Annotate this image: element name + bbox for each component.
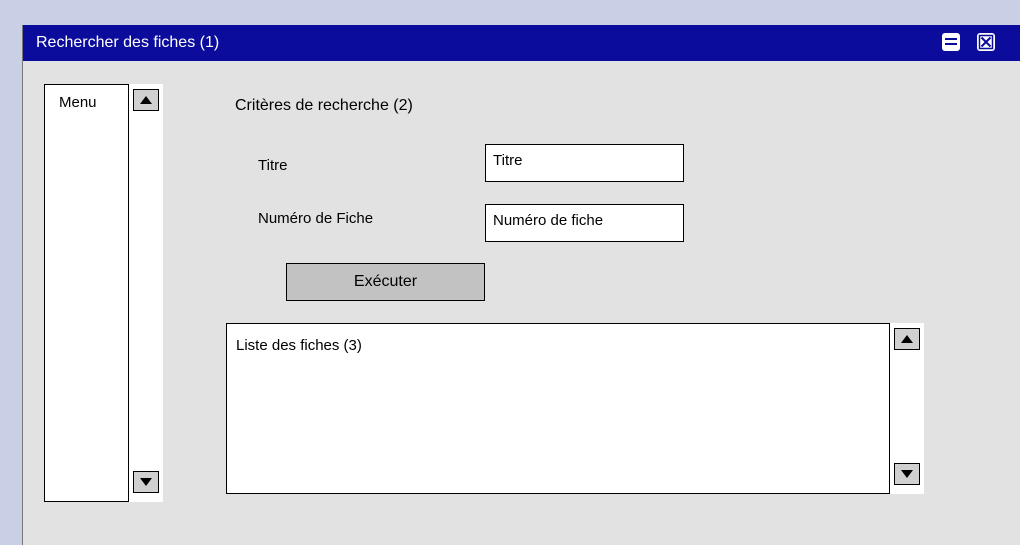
- maximize-button[interactable]: [941, 32, 961, 52]
- title-bar[interactable]: Rechercher des fiches (1): [23, 25, 1020, 61]
- title-input[interactable]: [485, 144, 684, 182]
- menu-panel[interactable]: Menu: [44, 84, 163, 502]
- number-input[interactable]: [485, 204, 684, 242]
- arrow-up-icon: [140, 96, 152, 104]
- menu-scroll-down-button[interactable]: [133, 471, 159, 493]
- results-list-title: Liste des fiches (3): [236, 337, 362, 354]
- maximize-icon: [942, 33, 960, 51]
- menu-scrollbar[interactable]: [128, 84, 163, 502]
- title-label: Titre: [258, 157, 288, 174]
- arrow-down-icon: [140, 478, 152, 486]
- close-icon: [977, 33, 995, 51]
- arrow-up-icon: [901, 335, 913, 343]
- results-scrollbar[interactable]: [889, 323, 924, 494]
- execute-button[interactable]: Exécuter: [286, 263, 485, 301]
- number-label: Numéro de Fiche: [258, 210, 374, 227]
- results-list[interactable]: Liste des fiches (3): [226, 323, 924, 494]
- results-scroll-up-button[interactable]: [894, 328, 920, 350]
- results-scroll-down-button[interactable]: [894, 463, 920, 485]
- menu-scroll-up-button[interactable]: [133, 89, 159, 111]
- menu-label: Menu: [59, 94, 97, 111]
- close-button[interactable]: [976, 32, 996, 52]
- arrow-down-icon: [901, 470, 913, 478]
- search-criteria-heading: Critères de recherche (2): [235, 97, 413, 114]
- window-title: Rechercher des fiches (1): [36, 34, 220, 51]
- search-window: Rechercher des fiches (1) Menu Critères …: [22, 25, 1020, 545]
